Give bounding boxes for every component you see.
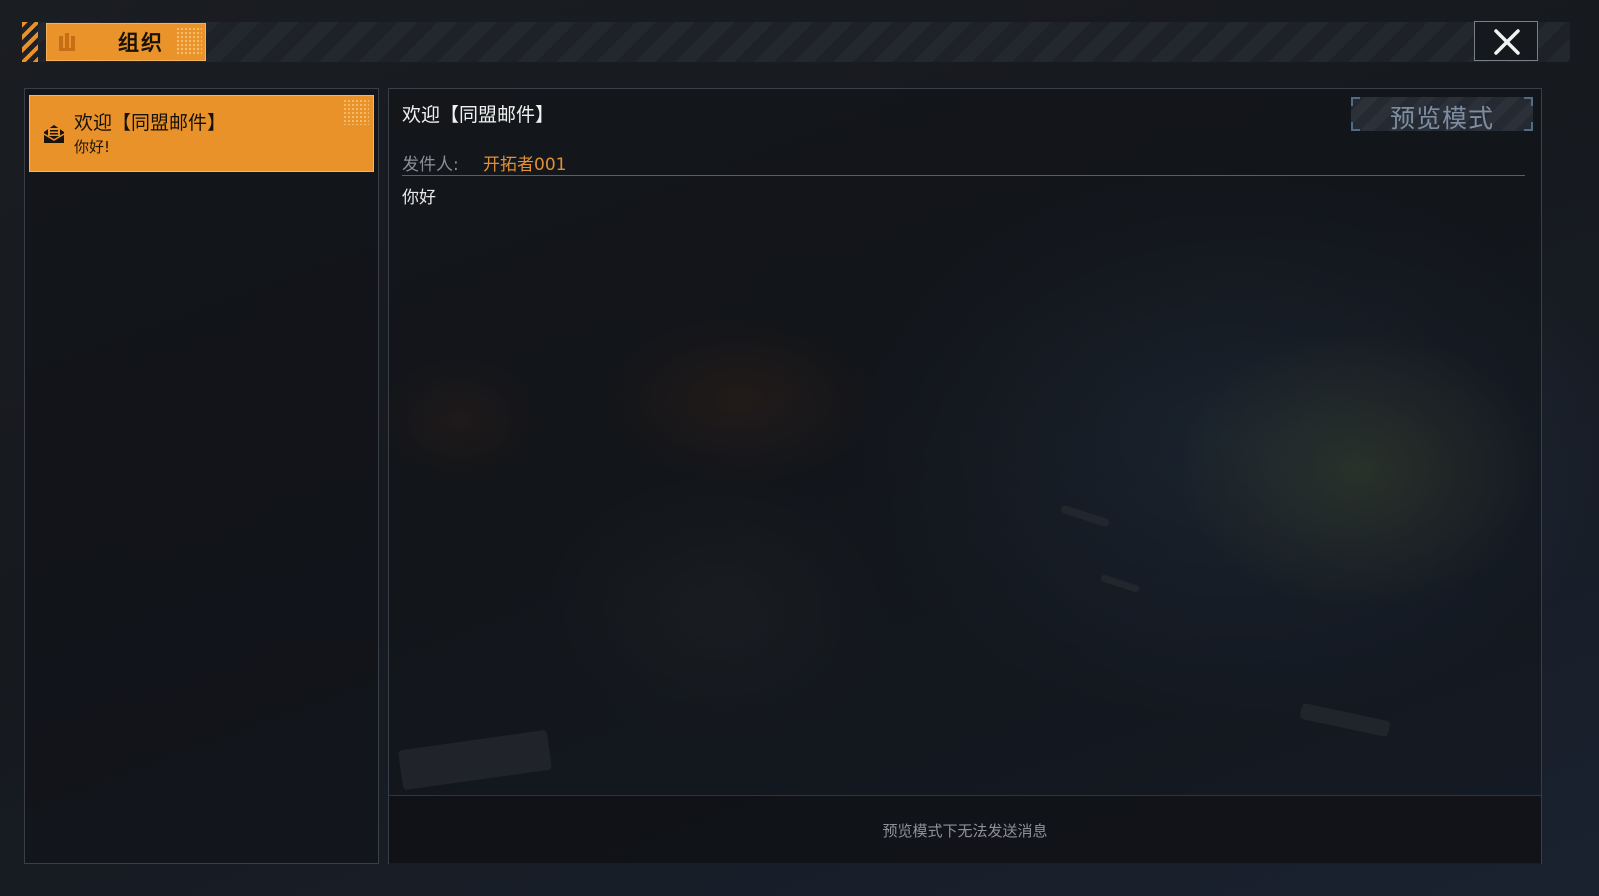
alliance-mail-screen: 组织 欢迎【同盟邮件】 你好! 欢迎【同盟邮件】 预览模式 发件人: 开拓者00…: [0, 0, 1599, 896]
sender-label: 发件人:: [402, 155, 459, 175]
tab-organization-label: 组织: [118, 31, 164, 55]
message-title: 欢迎【同盟邮件】: [402, 104, 555, 126]
tab-organization[interactable]: 组织: [46, 23, 206, 61]
organization-icon: [59, 33, 75, 51]
tab-decoration: [176, 27, 202, 55]
mail-list-item[interactable]: 欢迎【同盟邮件】 你好!: [29, 95, 374, 172]
sender-name[interactable]: 开拓者001: [483, 150, 566, 175]
mail-list-panel: 欢迎【同盟邮件】 你好!: [24, 88, 379, 864]
message-body: 你好: [402, 188, 436, 208]
preview-mode-label: 预览模式: [1389, 104, 1494, 133]
mail-item-decoration: [343, 99, 369, 125]
mail-icon: [43, 125, 65, 143]
message-detail-panel: 欢迎【同盟邮件】 预览模式 发件人: 开拓者001 你好 预览模式下无法发送消息: [388, 88, 1542, 864]
send-disabled-notice: 预览模式下无法发送消息: [882, 822, 1048, 840]
header-divider: [402, 175, 1525, 176]
close-button[interactable]: [1474, 21, 1538, 61]
message-footer: 预览模式下无法发送消息: [389, 795, 1541, 864]
copyright-watermark: [1353, 777, 1537, 787]
mail-item-title: 欢迎【同盟邮件】: [74, 112, 227, 134]
top-bar-accent-stripe: [22, 22, 38, 62]
preview-mode-badge: 预览模式: [1351, 97, 1533, 133]
mail-item-preview: 你好!: [74, 138, 111, 156]
top-bar: [22, 22, 1570, 62]
close-icon: [1494, 29, 1520, 55]
